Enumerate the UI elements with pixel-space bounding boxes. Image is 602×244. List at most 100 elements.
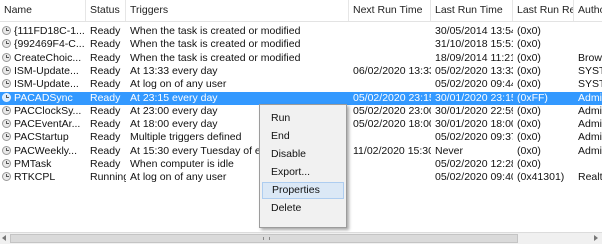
scrollbar-thumb[interactable]: [10, 234, 518, 243]
column-header-next-run-time[interactable]: Next Run Time: [349, 0, 431, 21]
task-triggers-cell-text: At 13:33 every day: [130, 64, 218, 77]
clock-icon: [2, 65, 11, 75]
task-author-cell-text: Realte: [578, 171, 602, 184]
task-name-cell-text: PACStartup: [14, 131, 69, 144]
menu-item-run[interactable]: Run: [262, 110, 344, 127]
task-next-run-cell: 05/02/2020 23:00:00: [349, 105, 431, 118]
task-last-run-cell: 05/02/2020 09:44:47: [431, 78, 513, 91]
grip-icon: [263, 237, 270, 240]
task-last-run-cell: 05/02/2020 12:28:55: [431, 158, 513, 171]
column-header-last-run-time[interactable]: Last Run Time: [431, 0, 513, 21]
task-status-cell: Ready: [86, 38, 126, 51]
task-status-cell: Ready: [86, 131, 126, 144]
task-next-run-cell-text: 05/02/2020 23:15:00: [353, 91, 431, 104]
task-status-cell: Ready: [86, 145, 126, 158]
task-triggers-cell: When the task is created or modified: [126, 38, 349, 51]
task-triggers-cell-text: When the task is created or modified: [130, 38, 301, 51]
task-name-cell: PMTask: [0, 158, 86, 171]
task-last-result-cell-text: (0x0): [517, 131, 541, 144]
task-next-run-cell: [349, 25, 431, 38]
task-last-result-cell-text: (0x0): [517, 144, 541, 157]
task-last-result-cell-text: (0x0): [517, 104, 541, 117]
task-name-cell: RTKCPL: [0, 171, 86, 184]
column-header-triggers[interactable]: Triggers: [126, 0, 349, 21]
task-author-cell-text: Admi: [578, 104, 602, 117]
task-last-result-cell: (0x0): [513, 131, 574, 144]
table-row[interactable]: ISM-Update... Ready At log on of any user 0…: [0, 78, 602, 91]
table-row[interactable]: ISM-Update... Ready At 13:33 every day 06/0…: [0, 65, 602, 78]
task-last-result-cell: (0x0): [513, 38, 574, 51]
task-author-cell: Realte: [574, 171, 602, 184]
task-status-cell: Ready: [86, 25, 126, 38]
task-triggers-cell-text: When computer is idle: [130, 158, 234, 170]
task-last-result-cell: (0x0): [513, 158, 574, 171]
task-name-cell: ISM-Update...: [0, 78, 86, 91]
scroll-right-icon[interactable]: [594, 235, 598, 241]
task-last-result-cell-text: (0x0): [517, 25, 541, 37]
clock-icon: [2, 79, 11, 89]
task-author-cell: [574, 38, 602, 51]
column-header-last-run-result[interactable]: Last Run Result: [513, 0, 574, 21]
task-last-result-cell: (0x0): [513, 78, 574, 91]
table-row[interactable]: {111FD18C-1... Ready When the task is crea…: [0, 25, 602, 38]
task-author-cell-text: SYSTE: [578, 64, 602, 77]
task-status-cell-text: Ready: [90, 144, 121, 157]
task-last-run-cell-text: 30/01/2020 23:15:00: [435, 91, 513, 104]
column-header-name[interactable]: Name: [0, 0, 86, 21]
task-status-cell-text: Ready: [90, 158, 121, 170]
task-triggers-cell-text: When the task is created or modified: [130, 51, 301, 64]
task-name-cell-text: ISM-Update...: [14, 78, 79, 91]
menu-item-export[interactable]: Export...: [262, 164, 344, 181]
task-last-result-cell: (0x0): [513, 118, 574, 131]
task-name-cell: PACStartup: [0, 131, 86, 144]
task-next-run-cell: 11/02/2020 15:30:00: [349, 145, 431, 158]
task-name-cell: PACEventAr...: [0, 118, 86, 131]
task-status-cell-text: Ready: [90, 118, 121, 131]
menu-item-end[interactable]: End: [262, 128, 344, 145]
task-name-cell-text: PMTask: [14, 158, 52, 170]
column-header-author[interactable]: Autho: [574, 0, 602, 21]
task-last-run-cell-text: 18/09/2014 11:21:44: [435, 51, 513, 64]
task-status-cell-text: Running: [90, 171, 126, 184]
table-row[interactable]: PACADSync Ready At 23:15 every day 05/02/20…: [0, 91, 602, 105]
task-author-cell: Admi: [574, 131, 602, 144]
task-status-cell: Ready: [86, 78, 126, 91]
task-last-run-cell: 30/01/2020 22:59:59: [431, 105, 513, 118]
clock-icon: [2, 145, 11, 155]
task-triggers-cell-text: At log on of any user: [130, 78, 227, 91]
horizontal-scrollbar[interactable]: [0, 232, 602, 244]
task-last-result-cell-text: (0xFF): [517, 91, 548, 104]
clock-icon: [2, 26, 11, 35]
task-last-run-cell: 05/02/2020 09:37:31: [431, 131, 513, 144]
task-name-cell-text: PACEventAr...: [14, 118, 81, 131]
task-author-cell: [574, 158, 602, 171]
task-status-cell: Ready: [86, 52, 126, 65]
table-row[interactable]: CreateChoic... Ready When the task is crea…: [0, 52, 602, 65]
task-last-result-cell: (0x0): [513, 105, 574, 118]
task-last-result-cell: (0x41301): [513, 171, 574, 184]
task-triggers-cell-text: At 23:15 every day: [130, 91, 218, 104]
clock-icon: [2, 92, 11, 102]
task-name-cell: PACADSync: [0, 92, 86, 105]
menu-item-properties[interactable]: Properties: [262, 182, 344, 199]
task-triggers-cell: At 13:33 every day: [126, 65, 349, 78]
clock-icon: [2, 52, 11, 62]
menu-item-delete[interactable]: Delete: [262, 200, 344, 217]
task-author-cell-text: Admi: [578, 118, 602, 131]
task-status-cell-text: Ready: [90, 131, 121, 144]
clock-icon: [2, 172, 11, 182]
table-row[interactable]: {992469F4-C... Ready When the task is crea…: [0, 38, 602, 51]
scroll-left-icon[interactable]: [2, 235, 6, 241]
task-triggers-cell: At log on of any user: [126, 78, 349, 91]
task-name-cell: {992469F4-C...: [0, 38, 86, 51]
task-next-run-cell: [349, 52, 431, 65]
task-last-result-cell: (0x0): [513, 145, 574, 158]
menu-item-disable[interactable]: Disable: [262, 146, 344, 163]
task-author-cell-text: Brows: [578, 51, 602, 64]
task-last-result-cell: (0x0): [513, 52, 574, 65]
task-status-cell: Ready: [86, 92, 126, 105]
task-name-cell: {111FD18C-1...: [0, 25, 86, 38]
task-status-cell-text: Ready: [90, 104, 121, 117]
column-header-status[interactable]: Status: [86, 0, 126, 21]
clock-icon: [2, 119, 11, 129]
